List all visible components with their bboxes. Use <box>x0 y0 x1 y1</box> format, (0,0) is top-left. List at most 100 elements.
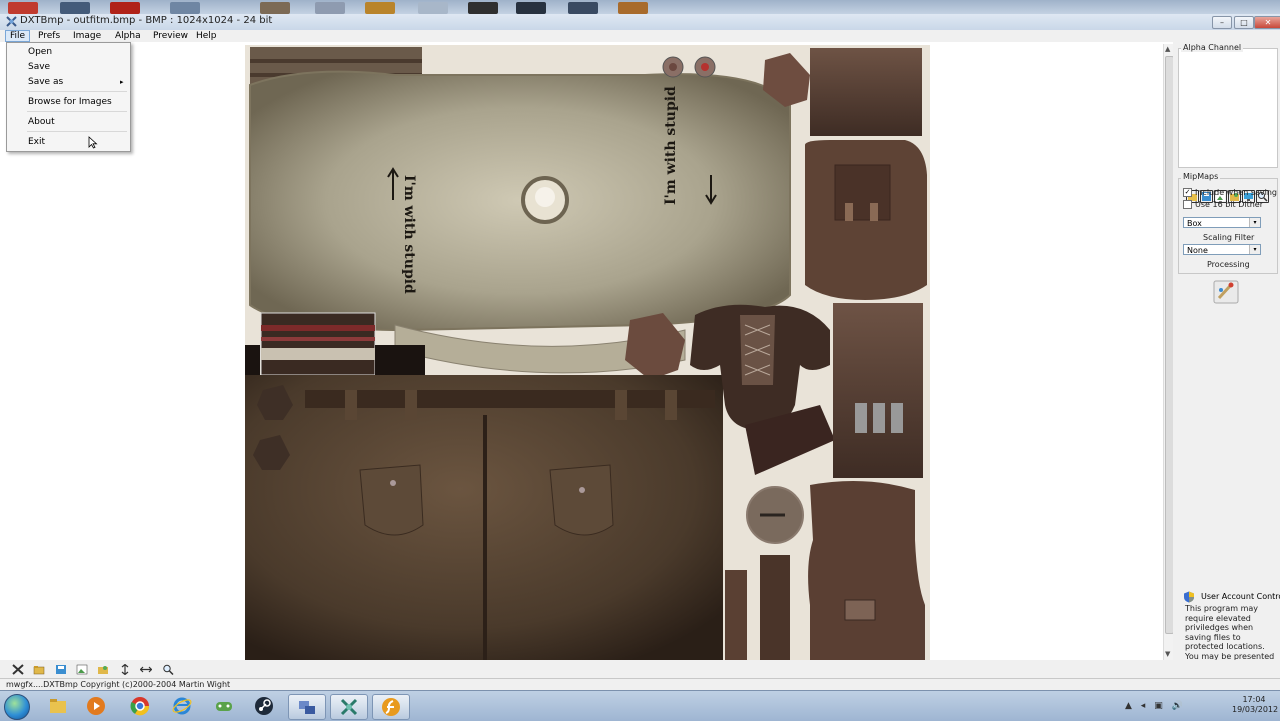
menu-alpha[interactable]: Alpha <box>111 30 145 42</box>
scroll-down-icon[interactable]: ▼ <box>1165 650 1170 658</box>
window-title: DXTBmp - outfitm.bmp - BMP : 1024x1024 -… <box>20 15 273 26</box>
taskbar-app-icon[interactable] <box>568 2 598 14</box>
taskbar-app-icon[interactable] <box>8 2 38 14</box>
gamepad-icon <box>216 702 232 711</box>
menu-item-save[interactable]: Save <box>28 62 50 72</box>
volume-icon[interactable]: 🔊 <box>1172 701 1183 711</box>
windows-taskbar: ▲ ◂ ▣ 🔊 17:04 19/03/2012 <box>0 690 1280 721</box>
menu-preview[interactable]: Preview <box>149 30 192 42</box>
scaling-filter-value: Box <box>1187 219 1202 228</box>
menu-item-about[interactable]: About <box>28 117 55 127</box>
taskbar-flash[interactable] <box>372 694 410 720</box>
internet-explorer-icon <box>172 697 192 715</box>
dxtbmp-tool-icon[interactable] <box>12 664 24 675</box>
shirt-text-left: I'm with stupid <box>401 175 417 294</box>
network-tray-icon[interactable]: ▣ <box>1154 701 1163 711</box>
texture-canvas[interactable]: I'm with stupid I'm with stupid <box>245 45 930 660</box>
use-16bit-dither-label: Use 16 bit Dither <box>1195 200 1263 209</box>
menu-prefs[interactable]: Prefs <box>34 30 64 42</box>
chrome-icon <box>130 697 150 716</box>
menu-image[interactable]: Image <box>69 30 105 42</box>
show-hidden-icons-icon[interactable]: ▲ <box>1125 701 1132 711</box>
menu-separator <box>27 91 127 92</box>
chevron-down-icon: ▾ <box>1249 245 1260 254</box>
processing-label: Processing <box>1207 260 1250 269</box>
taskbar-chrome[interactable] <box>122 694 158 718</box>
dxtbmp-app-icon <box>6 16 17 27</box>
taskbar-games[interactable] <box>206 694 242 718</box>
taskbar-network-tool[interactable] <box>288 694 326 720</box>
chevron-down-icon: ▾ <box>1249 218 1260 227</box>
save-icon[interactable] <box>55 664 67 675</box>
menu-item-save-as[interactable]: Save as <box>28 77 63 87</box>
taskbar-dxtbmp[interactable] <box>330 694 368 720</box>
dxtbmp-app-icon <box>340 698 358 716</box>
top-taskbar-strip <box>0 0 1280 14</box>
taskbar-app-icon[interactable] <box>170 2 200 14</box>
status-text: mwgfx....DXTBmp Copyright (c)2000-2004 M… <box>6 680 231 689</box>
menu-item-open[interactable]: Open <box>28 47 52 57</box>
uac-title: User Account Control <box>1201 592 1280 601</box>
taskbar-app-icon[interactable] <box>60 2 90 14</box>
menu-separator <box>27 131 127 132</box>
mouse-cursor-icon <box>88 136 98 149</box>
taskbar-clock[interactable]: 17:04 19/03/2012 <box>1232 695 1279 715</box>
alpha-channel-group <box>1178 48 1278 168</box>
processing-value: None <box>1187 246 1208 255</box>
uac-shield-icon <box>1184 591 1194 603</box>
taskbar-app-icon[interactable] <box>110 2 140 14</box>
processing-select[interactable]: None ▾ <box>1183 244 1261 255</box>
open-image-icon[interactable] <box>97 664 109 675</box>
resize-vertical-icon[interactable] <box>119 664 131 675</box>
shirt-text-right: I'm with stupid <box>663 86 679 205</box>
open-folder-icon[interactable] <box>33 664 45 675</box>
menu-help[interactable]: Help <box>192 30 221 42</box>
flash-icon <box>382 698 400 716</box>
resize-horizontal-icon[interactable] <box>140 664 152 675</box>
network-icon <box>299 701 315 714</box>
taskbar-app-icon[interactable] <box>516 2 546 14</box>
clock-date: 19/03/2012 <box>1232 705 1279 714</box>
window-title-bar: DXTBmp - outfitm.bmp - BMP : 1024x1024 -… <box>0 14 1280 31</box>
menu-bar: File Prefs Image Alpha Preview Help <box>0 30 1280 42</box>
play-icon <box>87 697 105 715</box>
minimize-button[interactable]: – <box>1212 16 1232 29</box>
menu-item-browse-for-images[interactable]: Browse for Images <box>28 97 112 107</box>
menu-item-exit[interactable]: Exit <box>28 137 45 147</box>
taskbar-app-icon[interactable] <box>618 2 648 14</box>
flag-icon[interactable]: ◂ <box>1141 701 1146 711</box>
paint-brush-icon[interactable] <box>1213 280 1239 304</box>
taskbar-app-icon[interactable] <box>260 2 290 14</box>
file-dropdown-menu: Open Save Save as ▸ Browse for Images Ab… <box>6 42 131 152</box>
close-button[interactable]: ✕ <box>1254 16 1280 29</box>
taskbar-app-icon[interactable] <box>365 2 395 14</box>
image-icon[interactable] <box>76 664 88 675</box>
taskbar-explorer[interactable] <box>40 694 76 718</box>
bottom-toolbar <box>0 660 1280 678</box>
taskbar-app-icon[interactable] <box>468 2 498 14</box>
scaling-filter-label: Scaling Filter <box>1203 233 1255 242</box>
taskbar-steam[interactable] <box>246 694 282 718</box>
menu-separator <box>27 111 127 112</box>
taskbar-app-icon[interactable] <box>418 2 448 14</box>
system-tray: ▲ ◂ ▣ 🔊 <box>1125 701 1189 711</box>
include-when-saving-checkbox[interactable]: ✓ <box>1183 188 1192 197</box>
include-when-saving-label: Include when saving <box>1195 188 1277 197</box>
taskbar-app-icon[interactable] <box>315 2 345 14</box>
taskbar-media-player[interactable] <box>78 694 114 718</box>
use-16bit-dither-checkbox[interactable] <box>1183 200 1192 209</box>
submenu-arrow-icon: ▸ <box>120 78 124 86</box>
scroll-up-icon[interactable]: ▲ <box>1165 45 1170 53</box>
steam-icon <box>255 697 273 715</box>
menu-file[interactable]: File <box>5 30 31 42</box>
uac-notice: User Account Control This program may re… <box>1183 590 1280 680</box>
zoom-icon[interactable] <box>162 664 174 675</box>
scaling-filter-select[interactable]: Box ▾ <box>1183 217 1261 228</box>
taskbar-ie[interactable] <box>164 694 200 718</box>
mipmaps-title: MipMaps <box>1181 172 1221 181</box>
folder-icon <box>50 699 66 713</box>
texture-image: I'm with stupid I'm with stupid <box>245 45 930 660</box>
start-button-icon[interactable] <box>4 694 30 720</box>
maximize-button[interactable]: □ <box>1234 16 1254 29</box>
alpha-channel-title: Alpha Channel <box>1181 43 1244 52</box>
